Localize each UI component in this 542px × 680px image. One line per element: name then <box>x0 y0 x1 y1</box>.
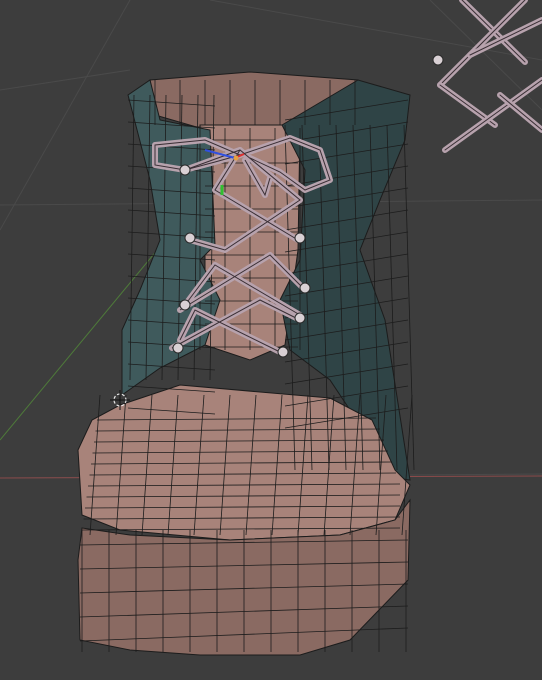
eyelet <box>184 232 196 244</box>
grid-line <box>0 69 131 91</box>
eyelet <box>179 299 191 311</box>
detached-lace-mesh[interactable] <box>437 0 542 153</box>
object-origin-dot <box>233 155 239 161</box>
detached-lace-edge <box>469 19 542 56</box>
eyelet <box>432 54 444 66</box>
eyelet <box>294 312 306 324</box>
detached-lace-edge <box>499 94 542 131</box>
scene-canvas[interactable] <box>0 0 542 680</box>
grid-line <box>0 0 131 231</box>
detached-lace-edge <box>439 0 526 86</box>
eyelet <box>277 346 289 358</box>
eyelet <box>172 342 184 354</box>
mesh-edge <box>403 124 415 471</box>
eyelet <box>179 164 191 176</box>
eyelet <box>299 282 311 294</box>
3d-viewport[interactable] <box>0 0 542 680</box>
eyelet <box>294 232 306 244</box>
